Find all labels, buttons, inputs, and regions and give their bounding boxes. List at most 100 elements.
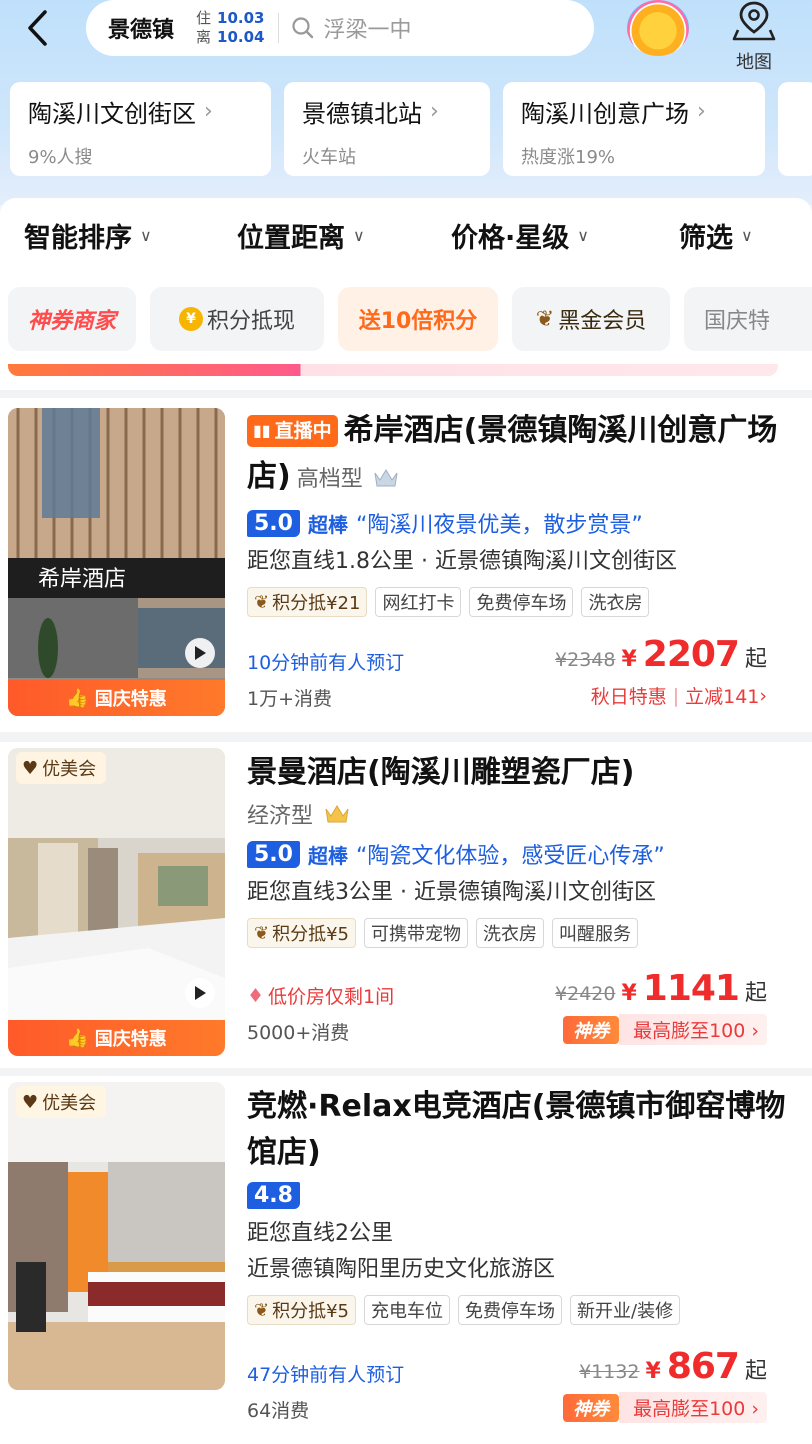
rating-row: 5.0 超棒 “陶溪川夜景优美，散步赏景” bbox=[247, 507, 787, 539]
hotel-title[interactable]: ▮▮ 直播中 希岸酒店(景德镇陶溪川创意广场店) 高档型 bbox=[247, 408, 787, 503]
hotel-name: 景曼酒店(陶溪川雕塑瓷厂店) bbox=[247, 755, 635, 790]
coupon-deal[interactable]: 神券 最高膨至100 › bbox=[563, 1392, 767, 1423]
sort-label: 智能排序 bbox=[24, 223, 132, 254]
hotel-grade: 经济型 bbox=[247, 804, 314, 829]
hotel-photo[interactable]: ♥ 优美会 bbox=[8, 1082, 225, 1390]
quick-tag-sub: 火车站 bbox=[302, 147, 356, 168]
coupon-deal[interactable]: 神券 最高膨至100 › bbox=[563, 1014, 767, 1045]
chip-coupon-merchant[interactable]: 神券商家 bbox=[8, 287, 136, 351]
price-block: ¥1132 ¥867 起 bbox=[579, 1346, 767, 1387]
live-badge: ▮▮ 直播中 bbox=[247, 415, 338, 447]
bird-icon: ❦ bbox=[535, 306, 555, 332]
recent-booking-note: 47分钟前有人预订 bbox=[247, 1364, 405, 1386]
facility-tag: 免费停车场 bbox=[469, 587, 574, 617]
sales-row: 64消费 神券 最高膨至100 › bbox=[247, 1392, 787, 1423]
hotel-photo[interactable]: ♥ 优美会 👍 国庆特惠 bbox=[8, 748, 225, 1056]
vip-label: 优美会 bbox=[42, 1093, 97, 1114]
quick-tag-card-partial[interactable] bbox=[778, 82, 812, 176]
hotel-card[interactable]: ♥ 优美会 👍 国庆特惠 景曼酒店(陶溪川雕塑瓷厂店) 经济型 5.0 超棒 “陶瓷… bbox=[0, 742, 812, 1068]
hotel-card[interactable]: ♥ 优美会 竞燃·Relax电竞酒店(景德镇市御窑博物馆店) 4.8 距您直线2公… bbox=[0, 1076, 812, 1444]
rating-row: 4.8 bbox=[247, 1182, 787, 1209]
quick-tag-card[interactable]: 陶溪川文创街区 › 9%人搜 bbox=[10, 82, 271, 176]
promo-strip: 👍 国庆特惠 bbox=[8, 680, 225, 716]
hotel-photo[interactable]: 希岸酒店 👍 国庆特惠 bbox=[8, 408, 225, 716]
date-range[interactable]: 住 10.03 离 10.04 bbox=[196, 9, 264, 47]
quick-tag-sub: 9%人搜 bbox=[28, 147, 93, 168]
sort-label: 位置距离 bbox=[237, 223, 345, 254]
hotel-facade-image: 希岸酒店 bbox=[8, 408, 225, 716]
chip-black-gold[interactable]: ❦ 黑金会员 bbox=[512, 287, 670, 351]
currency-symbol: ¥ bbox=[621, 647, 637, 672]
sort-price-star[interactable]: 价格·星级 ∨ bbox=[451, 216, 589, 255]
mascot-avatar[interactable] bbox=[627, 0, 689, 56]
vip-label: 优美会 bbox=[42, 759, 97, 780]
sales-row: 1万+消费 秋日特惠 | 立减141 › bbox=[247, 684, 787, 711]
current-price: 2207 bbox=[642, 634, 740, 675]
coupon-text: 最高膨至100 › bbox=[619, 1392, 767, 1423]
play-video-button[interactable] bbox=[185, 978, 215, 1008]
grade-row: 经济型 bbox=[247, 798, 787, 830]
search-bar[interactable]: 景德镇 住 10.03 离 10.04 浮梁一中 bbox=[86, 0, 594, 56]
crown-icon bbox=[374, 469, 398, 487]
facility-tag: 新开业/装修 bbox=[570, 1295, 681, 1325]
map-pin-icon bbox=[732, 1, 776, 41]
vip-badge: ♥ 优美会 bbox=[16, 752, 107, 784]
tag-label: 积分抵¥5 bbox=[272, 924, 349, 945]
quick-tag-card[interactable]: 景德镇北站 › 火车站 bbox=[284, 82, 490, 176]
quick-tag-card[interactable]: 陶溪川创意广场 › 热度涨19% bbox=[503, 82, 765, 176]
hotel-title[interactable]: 竞燃·Relax电竞酒店(景德镇市御窑博物馆店) bbox=[247, 1084, 787, 1176]
deal-info[interactable]: 秋日特惠 | 立减141 › bbox=[591, 682, 767, 709]
rating-word: 超棒 bbox=[307, 512, 348, 537]
price-from-label: 起 bbox=[744, 647, 767, 672]
sort-filter[interactable]: 筛选 ∨ bbox=[679, 216, 753, 255]
play-icon bbox=[195, 986, 206, 1000]
search-input[interactable]: 浮梁一中 bbox=[323, 12, 411, 44]
hotel-title[interactable]: 景曼酒店(陶溪川雕塑瓷厂店) bbox=[247, 750, 787, 796]
current-price: 1141 bbox=[642, 968, 740, 1009]
city-selector[interactable]: 景德镇 bbox=[108, 12, 174, 44]
promo-strip: 👍 国庆特惠 bbox=[8, 1020, 225, 1056]
facility-tag: 叫醒服务 bbox=[552, 918, 638, 948]
checkout-date: 10.04 bbox=[217, 28, 265, 46]
facility-tags: ❦ 积分抵¥5 可携带宠物 洗衣房 叫醒服务 bbox=[247, 918, 787, 948]
points-tag: ❦ 积分抵¥5 bbox=[247, 1295, 356, 1325]
hotel-card[interactable]: 希岸酒店 👍 国庆特惠 ▮▮ 直播中 希岸酒店(景德镇陶溪川创意广场店) 高档型 5.0… bbox=[0, 398, 812, 732]
hotel-room-image bbox=[8, 748, 225, 1056]
sort-smart[interactable]: 智能排序 ∨ bbox=[24, 216, 152, 255]
checkin-date: 10.03 bbox=[217, 9, 265, 27]
sales-count: 1万+消费 bbox=[247, 688, 333, 710]
search-icon bbox=[292, 17, 314, 39]
play-icon bbox=[195, 646, 206, 660]
chevron-down-icon: ∨ bbox=[353, 226, 365, 245]
back-button[interactable] bbox=[18, 6, 58, 50]
chip-label: 神券商家 bbox=[27, 309, 116, 334]
thumbs-up-icon: 👍 bbox=[66, 1027, 89, 1049]
sort-label: 价格·星级 bbox=[451, 223, 570, 254]
play-video-button[interactable] bbox=[185, 638, 215, 668]
heart-diamond-icon: ♥ bbox=[22, 757, 39, 779]
rating-word: 超棒 bbox=[307, 843, 348, 868]
original-price: ¥1132 bbox=[579, 1361, 640, 1383]
map-button[interactable]: 地图 bbox=[728, 0, 780, 73]
facility-tag: 免费停车场 bbox=[458, 1295, 562, 1325]
booking-row: 10分钟前有人预订 ¥2348 ¥2207 起 bbox=[247, 634, 787, 675]
facility-tags: ❦ 积分抵¥5 充电车位 免费停车场 新开业/装修 bbox=[247, 1295, 787, 1325]
checkin-label: 住 bbox=[196, 9, 212, 27]
checkout-label: 离 bbox=[196, 28, 212, 46]
hotel-room-image bbox=[8, 1082, 225, 1390]
chip-national-day[interactable]: 国庆特 bbox=[684, 287, 812, 351]
hotel-info: 竞燃·Relax电竞酒店(景德镇市御窑博物馆店) 4.8 距您直线2公里 近景德… bbox=[247, 1076, 787, 1423]
chevron-down-icon: ∨ bbox=[741, 226, 753, 245]
chip-10x-points[interactable]: 送10倍积分 bbox=[338, 287, 498, 351]
scarcity-text: 低价房仅剩1间 bbox=[268, 986, 395, 1008]
rating-score: 5.0 bbox=[247, 840, 300, 868]
sort-distance[interactable]: 位置距离 ∨ bbox=[237, 216, 365, 255]
chevron-right-icon: › bbox=[759, 684, 767, 707]
bird-icon: ❦ bbox=[254, 591, 270, 613]
sort-bar: 智能排序 ∨ 位置距离 ∨ 价格·星级 ∨ 筛选 ∨ bbox=[0, 198, 812, 278]
chip-points-cash[interactable]: ¥ 积分抵现 bbox=[150, 287, 324, 351]
heart-diamond-icon: ♥ bbox=[22, 1091, 39, 1113]
coin-icon: ¥ bbox=[178, 307, 203, 331]
chip-label: 送10倍积分 bbox=[358, 309, 478, 334]
coupon-badge: 神券 bbox=[563, 1393, 620, 1422]
